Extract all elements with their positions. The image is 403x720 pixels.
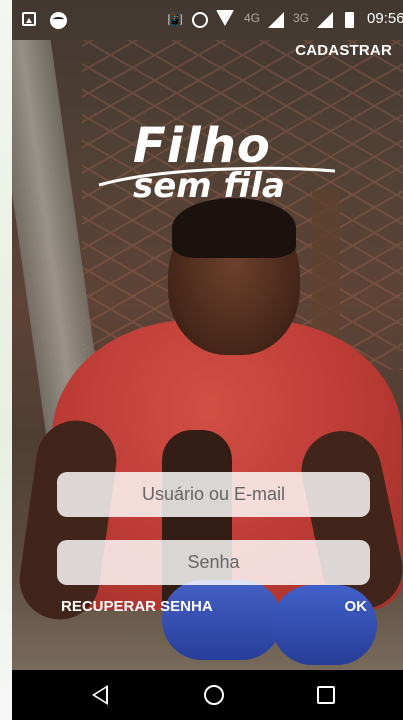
wifi-icon <box>216 10 234 26</box>
network-label-4g: 4G <box>244 11 261 25</box>
logo-line-2: sem fila <box>133 166 285 206</box>
status-bar: 📳 4G 3G 09:56 <box>12 0 403 40</box>
register-button[interactable]: CADASTRAR <box>295 42 392 59</box>
home-icon[interactable] <box>204 685 224 705</box>
vibrate-icon: 📳 <box>167 12 184 27</box>
signal-icon <box>317 12 333 28</box>
back-icon[interactable] <box>92 685 108 705</box>
recover-password-link[interactable]: RECUPERAR SENHA <box>61 598 213 615</box>
ok-button[interactable]: OK <box>345 598 368 615</box>
password-input[interactable] <box>57 540 370 585</box>
app-logo: Filho sem fila <box>97 118 337 218</box>
left-edge-strip <box>0 0 12 720</box>
username-input[interactable] <box>57 472 370 517</box>
phone-screen: 📳 4G 3G 09:56 CADASTRAR Filho sem fila R… <box>12 0 403 720</box>
network-label-3g: 3G <box>293 11 310 25</box>
recent-apps-icon[interactable] <box>317 686 335 704</box>
navigation-bar <box>12 670 403 720</box>
clock: 09:56 <box>367 10 403 27</box>
image-icon <box>22 12 36 26</box>
signal-icon <box>268 12 284 28</box>
alarm-icon <box>192 12 208 28</box>
spotify-icon <box>50 12 67 29</box>
battery-icon <box>345 12 354 28</box>
